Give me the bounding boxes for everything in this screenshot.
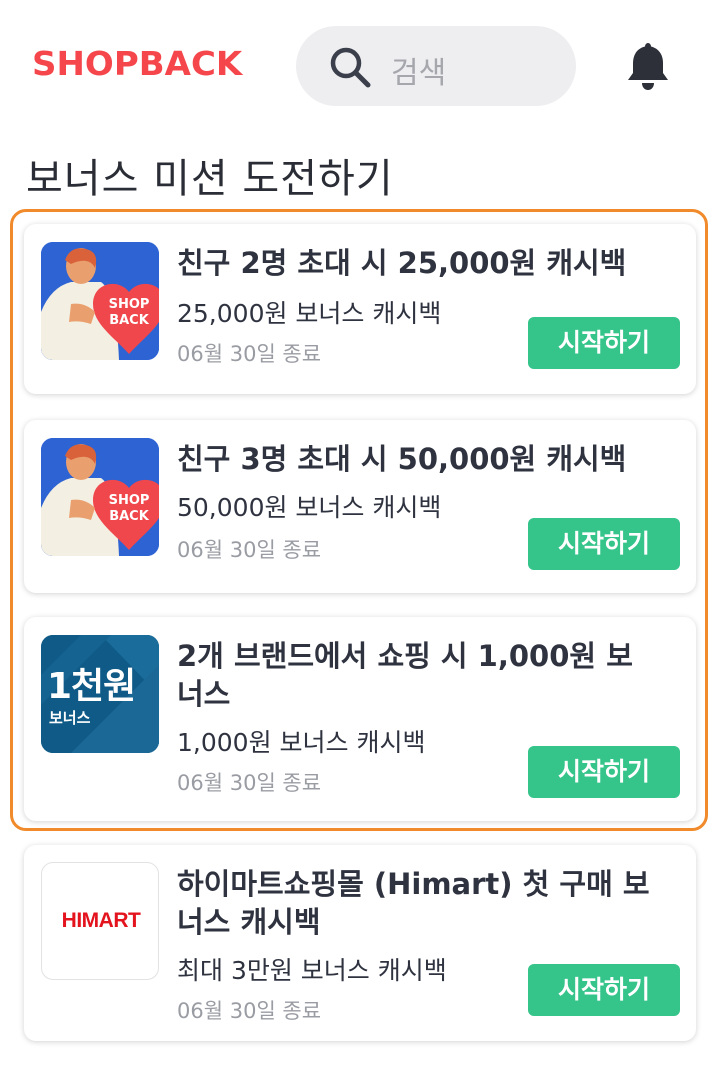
mission-subtitle: 25,000원 보너스 캐시백 [177, 299, 442, 328]
mission-end-date: 06월 30일 종료 [177, 342, 322, 366]
mission-thumbnail-referral: SHOP BACK [41, 242, 159, 360]
start-button[interactable]: 시작하기 [528, 518, 680, 570]
bell-icon[interactable] [624, 40, 672, 92]
mission-end-date: 06월 30일 종료 [177, 538, 322, 562]
top-bar: SHOPBACK 검색 [0, 0, 720, 130]
start-button[interactable]: 시작하기 [528, 964, 680, 1016]
mission-card[interactable]: 1천원 보너스 2개 브랜드에서 쇼핑 시 1,000원 보너스 1,000원 … [24, 617, 696, 821]
thumb-amount-text: 1천원 [47, 666, 136, 707]
mission-subtitle: 1,000원 보너스 캐시백 [177, 728, 426, 757]
mission-card[interactable]: SHOP BACK 친구 2명 초대 시 25,000원 캐시백 25,000원 … [24, 224, 696, 394]
search-bar[interactable]: 검색 [296, 26, 576, 106]
mission-title: 하이마트쇼핑몰 (Himart) 첫 구매 보너스 캐시백 [177, 867, 650, 939]
mission-card[interactable]: SHOP BACK 친구 3명 초대 시 50,000원 캐시백 50,000원 … [24, 420, 696, 593]
search-placeholder: 검색 [391, 56, 447, 91]
mission-end-date: 06월 30일 종료 [177, 771, 322, 795]
mission-thumbnail-himart: HIMART [41, 862, 159, 980]
himart-logo: HIMART [61, 909, 141, 932]
thumb-shopback-text: SHOP BACK [109, 297, 150, 328]
start-button[interactable]: 시작하기 [528, 317, 680, 369]
mission-subtitle: 50,000원 보너스 캐시백 [177, 493, 442, 522]
mission-title: 2개 브랜드에서 쇼핑 시 1,000원 보너스 [177, 639, 633, 711]
mission-title: 친구 2명 초대 시 25,000원 캐시백 [177, 246, 627, 280]
referral-illustration-icon: SHOP BACK [41, 242, 159, 360]
mission-subtitle: 최대 3만원 보너스 캐시백 [177, 956, 447, 985]
mission-thumbnail-bonus: 1천원 보너스 [41, 635, 159, 753]
mission-title: 친구 3명 초대 시 50,000원 캐시백 [177, 442, 627, 476]
mission-end-date: 06월 30일 종료 [177, 999, 322, 1023]
mission-thumbnail-referral: SHOP BACK [41, 438, 159, 556]
start-button[interactable]: 시작하기 [528, 746, 680, 798]
thumb-shopback-text: SHOP BACK [109, 493, 150, 524]
search-icon [330, 47, 371, 88]
thumb-bonus-text: 보너스 [49, 709, 91, 727]
shopback-logo[interactable]: SHOPBACK [32, 44, 242, 83]
mission-card[interactable]: HIMART 하이마트쇼핑몰 (Himart) 첫 구매 보너스 캐시백 최대 … [24, 845, 696, 1041]
referral-illustration-icon: SHOP BACK [41, 438, 159, 556]
section-title: 보너스 미션 도전하기 [26, 156, 394, 202]
